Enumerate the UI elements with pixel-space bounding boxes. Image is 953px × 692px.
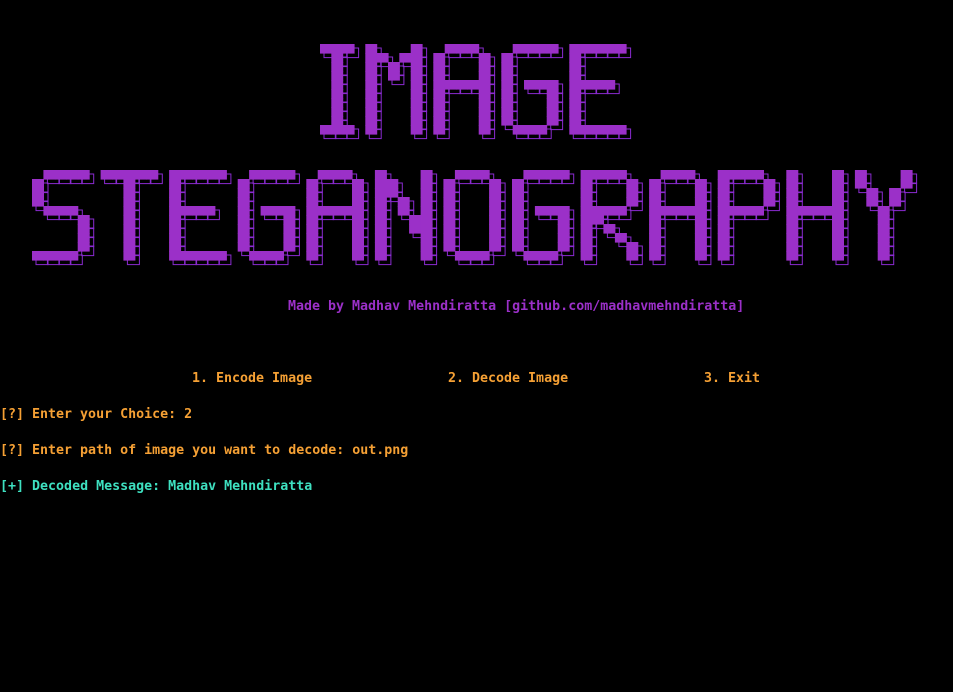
- banner-line1-art: [320, 44, 632, 140]
- author-credit: Made by Madhav Mehndiratta [github.com/m…: [288, 299, 745, 314]
- terminal-window: Made by Madhav Mehndiratta [github.com/m…: [0, 0, 953, 692]
- success-marker: [+]: [0, 479, 25, 494]
- menu-option-exit: 3. Exit: [704, 371, 761, 386]
- banner-line2-art: [32, 170, 918, 266]
- decoded-message: Decoded Message: Madhav Mehndiratta: [24, 479, 313, 494]
- banner-title-line2: [0, 170, 953, 280]
- menu-option-decode: 2. Decode Image: [448, 371, 569, 386]
- path-prompt-line: [?] Enter path of image you want to deco…: [0, 443, 409, 458]
- menu-option-encode: 1. Encode Image: [192, 371, 313, 386]
- banner-title-line1: [0, 44, 953, 154]
- decoded-result-line: [+] Decoded Message: Madhav Mehndiratta: [0, 478, 312, 496]
- choice-prompt-line: [?] Enter your Choice: 2: [0, 407, 193, 422]
